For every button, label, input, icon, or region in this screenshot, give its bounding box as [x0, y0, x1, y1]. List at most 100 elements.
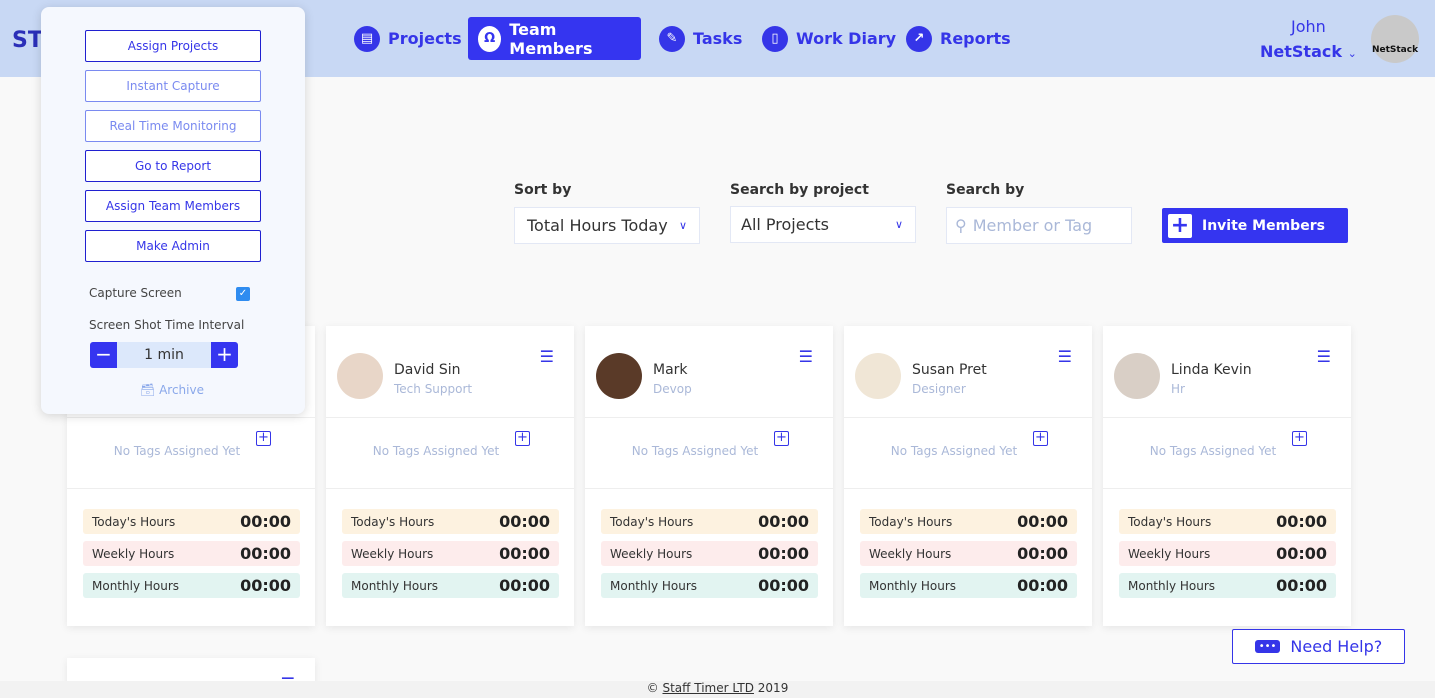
divider: [326, 417, 574, 418]
add-tag-button[interactable]: +: [256, 431, 271, 446]
today-label: Today's Hours: [610, 514, 694, 529]
monthly-hours-row: Monthly Hours 00:00: [860, 573, 1077, 598]
nav-reports[interactable]: ↗ Reports: [896, 17, 1021, 60]
member-card: Mark Devop ☰ No Tags Assigned Yet + Toda…: [585, 326, 833, 626]
today-value: 00:00: [499, 512, 550, 531]
member-avatar: [855, 353, 901, 399]
nav-label: Team Members: [509, 19, 593, 58]
nav-label: Reports: [940, 29, 1011, 48]
add-tag-button[interactable]: +: [515, 431, 530, 446]
member-name: Susan Pret: [912, 362, 987, 378]
member-role: Hr: [1171, 382, 1185, 396]
popup-button[interactable]: Make Admin: [85, 230, 261, 262]
monthly-hours-row: Monthly Hours 00:00: [1119, 573, 1336, 598]
popup-button[interactable]: Real Time Monitoring: [85, 110, 261, 142]
invite-members-button[interactable]: + Invite Members: [1162, 208, 1348, 243]
sort-select[interactable]: Total Hours Today ∨: [514, 207, 700, 244]
footer-year: 2019: [753, 681, 789, 695]
project-select[interactable]: All Projects ∨: [730, 206, 916, 243]
menu-icon[interactable]: ☰: [1317, 347, 1331, 366]
decrement-button[interactable]: −: [90, 342, 117, 368]
member-avatar: [1114, 353, 1160, 399]
popup-button[interactable]: Go to Report: [85, 150, 261, 182]
add-tag-button[interactable]: +: [1292, 431, 1307, 446]
menu-icon[interactable]: ☰: [540, 347, 554, 366]
weekly-hours-row: Weekly Hours 00:00: [83, 541, 300, 566]
nav-team-members[interactable]: Ω Team Members: [468, 17, 641, 60]
nav-tasks[interactable]: ✎ Tasks: [649, 17, 752, 60]
today-hours-row: Today's Hours 00:00: [860, 509, 1077, 534]
capture-screen-checkbox[interactable]: ✓: [236, 287, 250, 301]
search-label: Search by: [946, 182, 1025, 198]
monthly-value: 00:00: [1017, 576, 1068, 595]
monthly-label: Monthly Hours: [92, 578, 180, 593]
interval-stepper: − 1 min +: [90, 342, 238, 368]
popup-button[interactable]: Instant Capture: [85, 70, 261, 102]
member-role: Tech Support: [394, 382, 473, 396]
weekly-label: Weekly Hours: [610, 546, 693, 561]
divider: [67, 488, 315, 489]
weekly-label: Weekly Hours: [92, 546, 175, 561]
divider: [585, 488, 833, 489]
monthly-value: 00:00: [1276, 576, 1327, 595]
today-label: Today's Hours: [869, 514, 953, 529]
weekly-value: 00:00: [499, 544, 550, 563]
nav-label: Work Diary: [796, 29, 897, 48]
weekly-value: 00:00: [758, 544, 809, 563]
archive-link[interactable]: 🗃 Archive: [140, 383, 204, 397]
weekly-label: Weekly Hours: [351, 546, 434, 561]
divider: [1103, 488, 1351, 489]
monthly-label: Monthly Hours: [1128, 578, 1216, 593]
menu-icon[interactable]: ☰: [1058, 347, 1072, 366]
chevron-down-icon: ∨: [678, 219, 687, 232]
today-value: 00:00: [1017, 512, 1068, 531]
divider: [67, 417, 315, 418]
member-role: Devop: [653, 382, 692, 396]
today-value: 00:00: [1276, 512, 1327, 531]
nav-label: Tasks: [693, 29, 743, 48]
weekly-hours-row: Weekly Hours 00:00: [860, 541, 1077, 566]
add-tag-button[interactable]: +: [774, 431, 789, 446]
monthly-value: 00:00: [499, 576, 550, 595]
increment-button[interactable]: +: [211, 342, 238, 368]
add-tag-button[interactable]: +: [1033, 431, 1048, 446]
divider: [844, 417, 1092, 418]
sort-label: Sort by: [514, 182, 572, 198]
divider: [585, 417, 833, 418]
menu-icon[interactable]: ☰: [799, 347, 813, 366]
today-hours-row: Today's Hours 00:00: [1119, 509, 1336, 534]
today-label: Today's Hours: [92, 514, 176, 529]
popup-button[interactable]: Assign Projects: [85, 30, 261, 62]
notebook-icon: ▯: [762, 25, 788, 52]
member-card: Linda Kevin Hr ☰ No Tags Assigned Yet + …: [1103, 326, 1351, 626]
nav-work-diary[interactable]: ▯ Work Diary: [752, 17, 906, 60]
archive-label: Archive: [159, 383, 204, 397]
footer: © Staff Timer LTD 2019: [0, 681, 1435, 698]
user-avatar[interactable]: NetStack: [1371, 15, 1419, 63]
need-help-button[interactable]: ••• Need Help?: [1232, 629, 1405, 664]
user-menu[interactable]: John NetStack ⌄: [1260, 14, 1357, 66]
member-avatar: [337, 353, 383, 399]
today-hours-row: Today's Hours 00:00: [83, 509, 300, 534]
weekly-value: 00:00: [240, 544, 291, 563]
archive-icon: 🗃: [140, 383, 156, 397]
popup-button[interactable]: Assign Team Members: [85, 190, 261, 222]
logo[interactable]: ST: [12, 28, 43, 53]
monthly-value: 00:00: [758, 576, 809, 595]
weekly-value: 00:00: [1276, 544, 1327, 563]
sort-value: Total Hours Today: [527, 216, 668, 235]
footer-company-link[interactable]: Staff Timer LTD: [662, 681, 753, 695]
monthly-label: Monthly Hours: [610, 578, 698, 593]
nav-projects[interactable]: ▤ Projects: [344, 17, 472, 60]
today-hours-row: Today's Hours 00:00: [342, 509, 559, 534]
tags-empty: No Tags Assigned Yet: [631, 444, 759, 458]
search-input[interactable]: ⚲ Member or Tag: [946, 207, 1132, 244]
capture-screen-label: Capture Screen: [89, 286, 182, 300]
tags-empty: No Tags Assigned Yet: [372, 444, 500, 458]
chevron-down-icon: ∨: [894, 218, 903, 231]
interval-value: 1 min: [144, 347, 184, 363]
monthly-hours-row: Monthly Hours 00:00: [601, 573, 818, 598]
project-value: All Projects: [741, 215, 829, 234]
weekly-value: 00:00: [1017, 544, 1068, 563]
member-role: Designer: [912, 382, 966, 396]
